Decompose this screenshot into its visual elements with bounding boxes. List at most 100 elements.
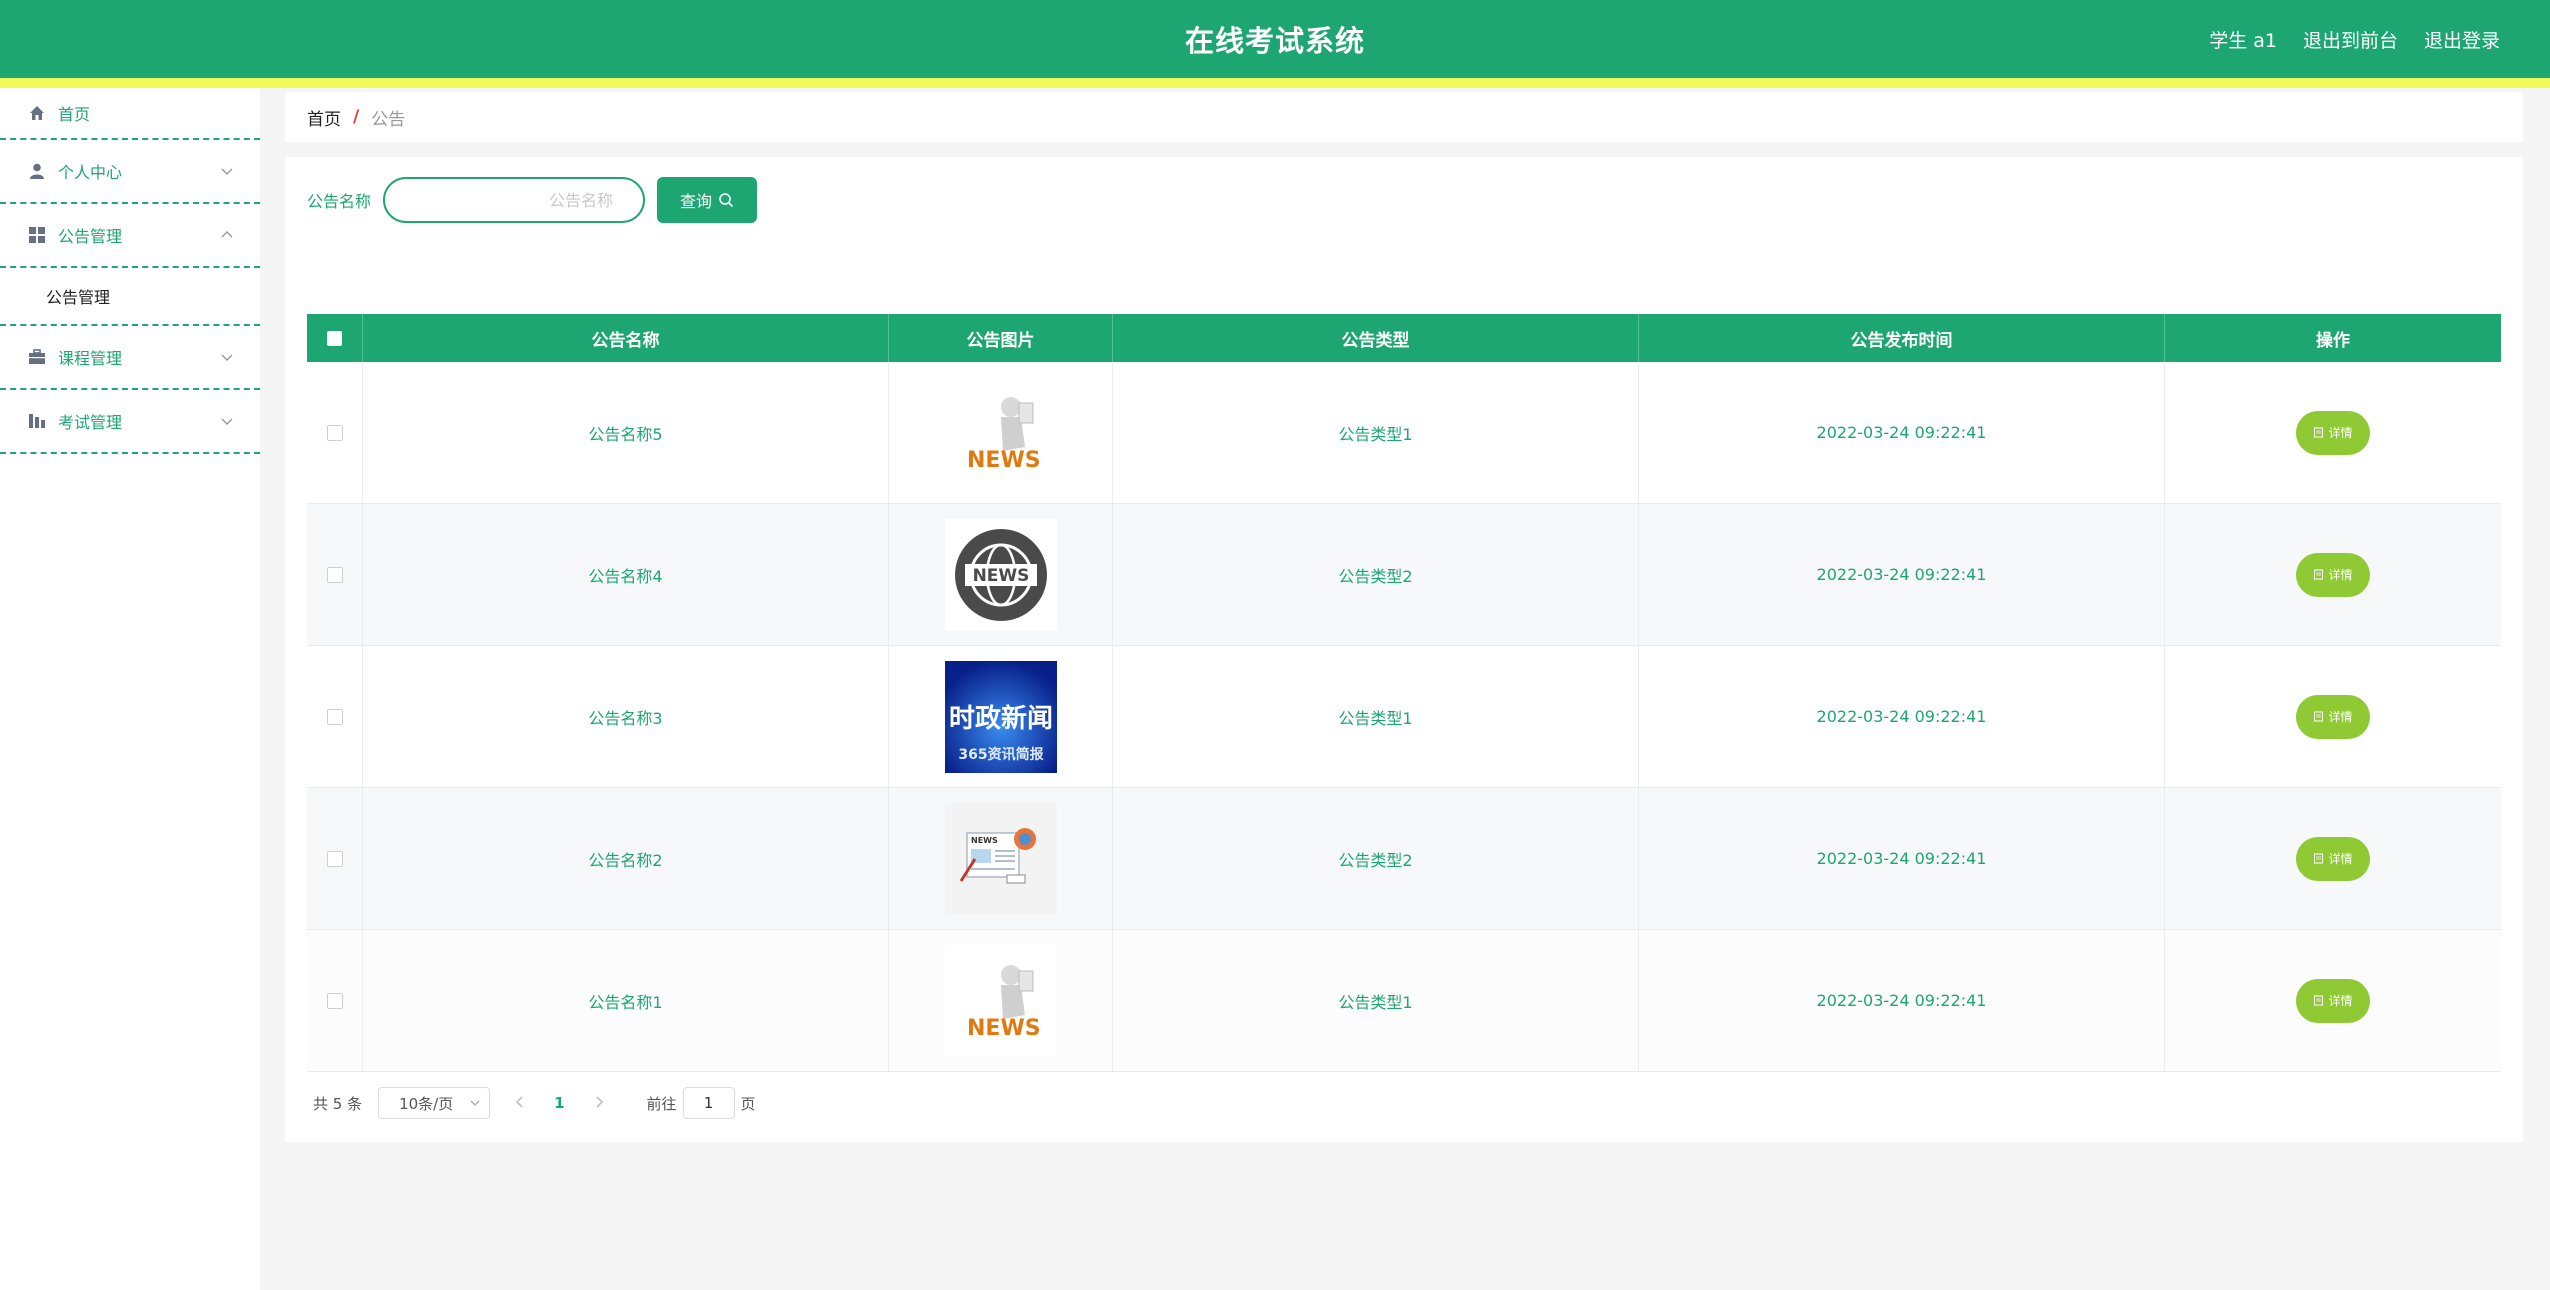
- notice-name: 公告名称1: [363, 930, 889, 1071]
- column-header: 公告发布时间: [1639, 314, 2165, 362]
- chevron-right-icon: [596, 1095, 603, 1108]
- notice-table: 公告名称 公告图片 公告类型 公告发布时间 操作 公告名称5 NEWS 公告类型…: [307, 314, 2501, 1072]
- document-icon: [2314, 427, 2324, 438]
- current-user-link[interactable]: 学生 a1: [2209, 26, 2277, 53]
- total-count: 共 5 条: [313, 1094, 363, 1113]
- row-checkbox[interactable]: [326, 992, 343, 1009]
- notice-type: 公告类型1: [1113, 930, 1639, 1071]
- sidebar-item-course-management[interactable]: 课程管理: [0, 326, 260, 390]
- search-icon: [719, 193, 734, 208]
- sidebar: 首页 个人中心 公告管理 公告管理 课程管理 考试管理: [0, 88, 260, 1290]
- search-button[interactable]: 查询: [657, 177, 758, 223]
- news-figure-thumbnail: NEWS: [944, 944, 1057, 1057]
- breadcrumb-current: 公告: [371, 109, 406, 130]
- sidebar-item-notice-management[interactable]: 公告管理: [0, 204, 260, 268]
- search-label: 公告名称: [307, 192, 372, 211]
- goto-prefix: 前往: [646, 1094, 677, 1113]
- header-accent-stripe: [0, 78, 2550, 88]
- detail-button-label: 详情: [2328, 852, 2353, 866]
- svg-text:365资讯简报: 365资讯简报: [958, 746, 1043, 763]
- chevron-down-icon: [221, 418, 233, 425]
- notice-name: 公告名称5: [363, 362, 889, 503]
- column-header: 公告类型: [1113, 314, 1639, 362]
- sidebar-item-label: 考试管理: [58, 413, 123, 432]
- svg-text:NEWS: NEWS: [972, 566, 1029, 586]
- document-icon: [2314, 711, 2324, 722]
- chevron-up-icon: [221, 231, 233, 238]
- chevron-down-icon: [221, 168, 233, 175]
- document-icon: [2314, 995, 2324, 1006]
- column-header: 公告名称: [363, 314, 889, 362]
- prev-page-button[interactable]: [514, 1093, 526, 1114]
- briefcase-icon: [28, 348, 46, 366]
- current-affairs-news-thumbnail: 时政新闻 365资讯简报: [944, 660, 1057, 773]
- search-input[interactable]: [383, 177, 646, 223]
- home-icon: [28, 104, 46, 122]
- sidebar-subitem-notice-management[interactable]: 公告管理: [0, 268, 260, 326]
- news-globe-thumbnail: NEWS: [944, 518, 1057, 631]
- detail-button[interactable]: 详情: [2296, 836, 2370, 881]
- search-bar: 公告名称 查询: [307, 177, 758, 223]
- sidebar-item-label: 个人中心: [58, 163, 123, 182]
- logout-link[interactable]: 退出登录: [2424, 26, 2500, 53]
- svg-text:时政新闻: 时政新闻: [948, 703, 1052, 734]
- svg-text:NEWS: NEWS: [971, 836, 998, 845]
- pagination: 共 5 条 10条/页 1 前往 页: [313, 1087, 756, 1119]
- news-figure-thumbnail: NEWS: [944, 376, 1057, 489]
- detail-button-label: 详情: [2328, 710, 2353, 724]
- exit-to-front-link[interactable]: 退出到前台: [2303, 26, 2398, 53]
- table-row: 公告名称1 NEWS 公告类型1 2022-03-24 09:22:41 详情: [307, 930, 2501, 1072]
- sidebar-item-label: 课程管理: [58, 349, 123, 368]
- notice-name: 公告名称4: [363, 504, 889, 645]
- news-paper-thumbnail: NEWS: [944, 802, 1057, 915]
- page-size-select[interactable]: 10条/页: [378, 1087, 491, 1119]
- chart-icon: [28, 412, 46, 430]
- breadcrumb-home[interactable]: 首页: [307, 105, 341, 130]
- user-icon: [28, 162, 46, 180]
- publish-time: 2022-03-24 09:22:41: [1639, 646, 2165, 787]
- column-header: 公告图片: [889, 314, 1113, 362]
- detail-button[interactable]: 详情: [2296, 694, 2370, 739]
- publish-time: 2022-03-24 09:22:41: [1639, 362, 2165, 503]
- goto-page-input[interactable]: [682, 1087, 735, 1119]
- notice-type: 公告类型2: [1113, 504, 1639, 645]
- row-checkbox[interactable]: [326, 850, 343, 867]
- row-checkbox[interactable]: [326, 424, 343, 441]
- page-number-current[interactable]: 1: [554, 1094, 564, 1112]
- table-row: 公告名称2 NEWS 公告类型2 2022-03-24 09:22:41 详情: [307, 788, 2501, 930]
- app-title: 在线考试系统: [1184, 24, 1365, 58]
- column-header: 操作: [2316, 330, 2350, 351]
- notice-type: 公告类型2: [1113, 788, 1639, 929]
- sidebar-item-home[interactable]: 首页: [0, 88, 260, 140]
- detail-button[interactable]: 详情: [2296, 410, 2370, 455]
- detail-button-label: 详情: [2328, 994, 2353, 1008]
- table-row: 公告名称3 时政新闻 365资讯简报 公告类型1 2022-03-24 09:2…: [307, 646, 2501, 788]
- main-panel: 公告名称 查询 公告名称 公告图片 公告类型 公告发布时间 操作 公告名称5: [285, 157, 2523, 1142]
- table-row: 公告名称4 NEWS 公告类型2 2022-03-24 09:22:41 详情: [307, 504, 2501, 646]
- chevron-down-icon: [221, 354, 233, 361]
- publish-time: 2022-03-24 09:22:41: [1639, 788, 2165, 929]
- select-all-checkbox[interactable]: [327, 330, 342, 346]
- breadcrumb-separator: /: [353, 107, 360, 127]
- detail-button-label: 详情: [2328, 568, 2353, 582]
- sidebar-item-label: 公告管理: [58, 227, 123, 246]
- page-size-value: 10条/页: [399, 1094, 454, 1113]
- notice-name: 公告名称3: [363, 646, 889, 787]
- row-checkbox[interactable]: [326, 566, 343, 583]
- detail-button-label: 详情: [2328, 426, 2353, 440]
- header-links: 学生 a1 退出到前台 退出登录: [2209, 26, 2500, 53]
- sidebar-item-personal-center[interactable]: 个人中心: [0, 140, 260, 204]
- breadcrumb: 首页 / 公告: [285, 92, 2523, 142]
- next-page-button[interactable]: [593, 1093, 605, 1114]
- notice-name: 公告名称2: [363, 788, 889, 929]
- detail-button[interactable]: 详情: [2296, 552, 2370, 597]
- document-icon: [2314, 853, 2324, 864]
- row-checkbox[interactable]: [326, 708, 343, 725]
- detail-button[interactable]: 详情: [2296, 978, 2370, 1023]
- notice-type: 公告类型1: [1113, 362, 1639, 503]
- sidebar-item-exam-management[interactable]: 考试管理: [0, 390, 260, 454]
- notice-type: 公告类型1: [1113, 646, 1639, 787]
- document-icon: [2314, 569, 2324, 580]
- header-select-all[interactable]: [307, 314, 363, 362]
- svg-text:NEWS: NEWS: [967, 448, 1041, 473]
